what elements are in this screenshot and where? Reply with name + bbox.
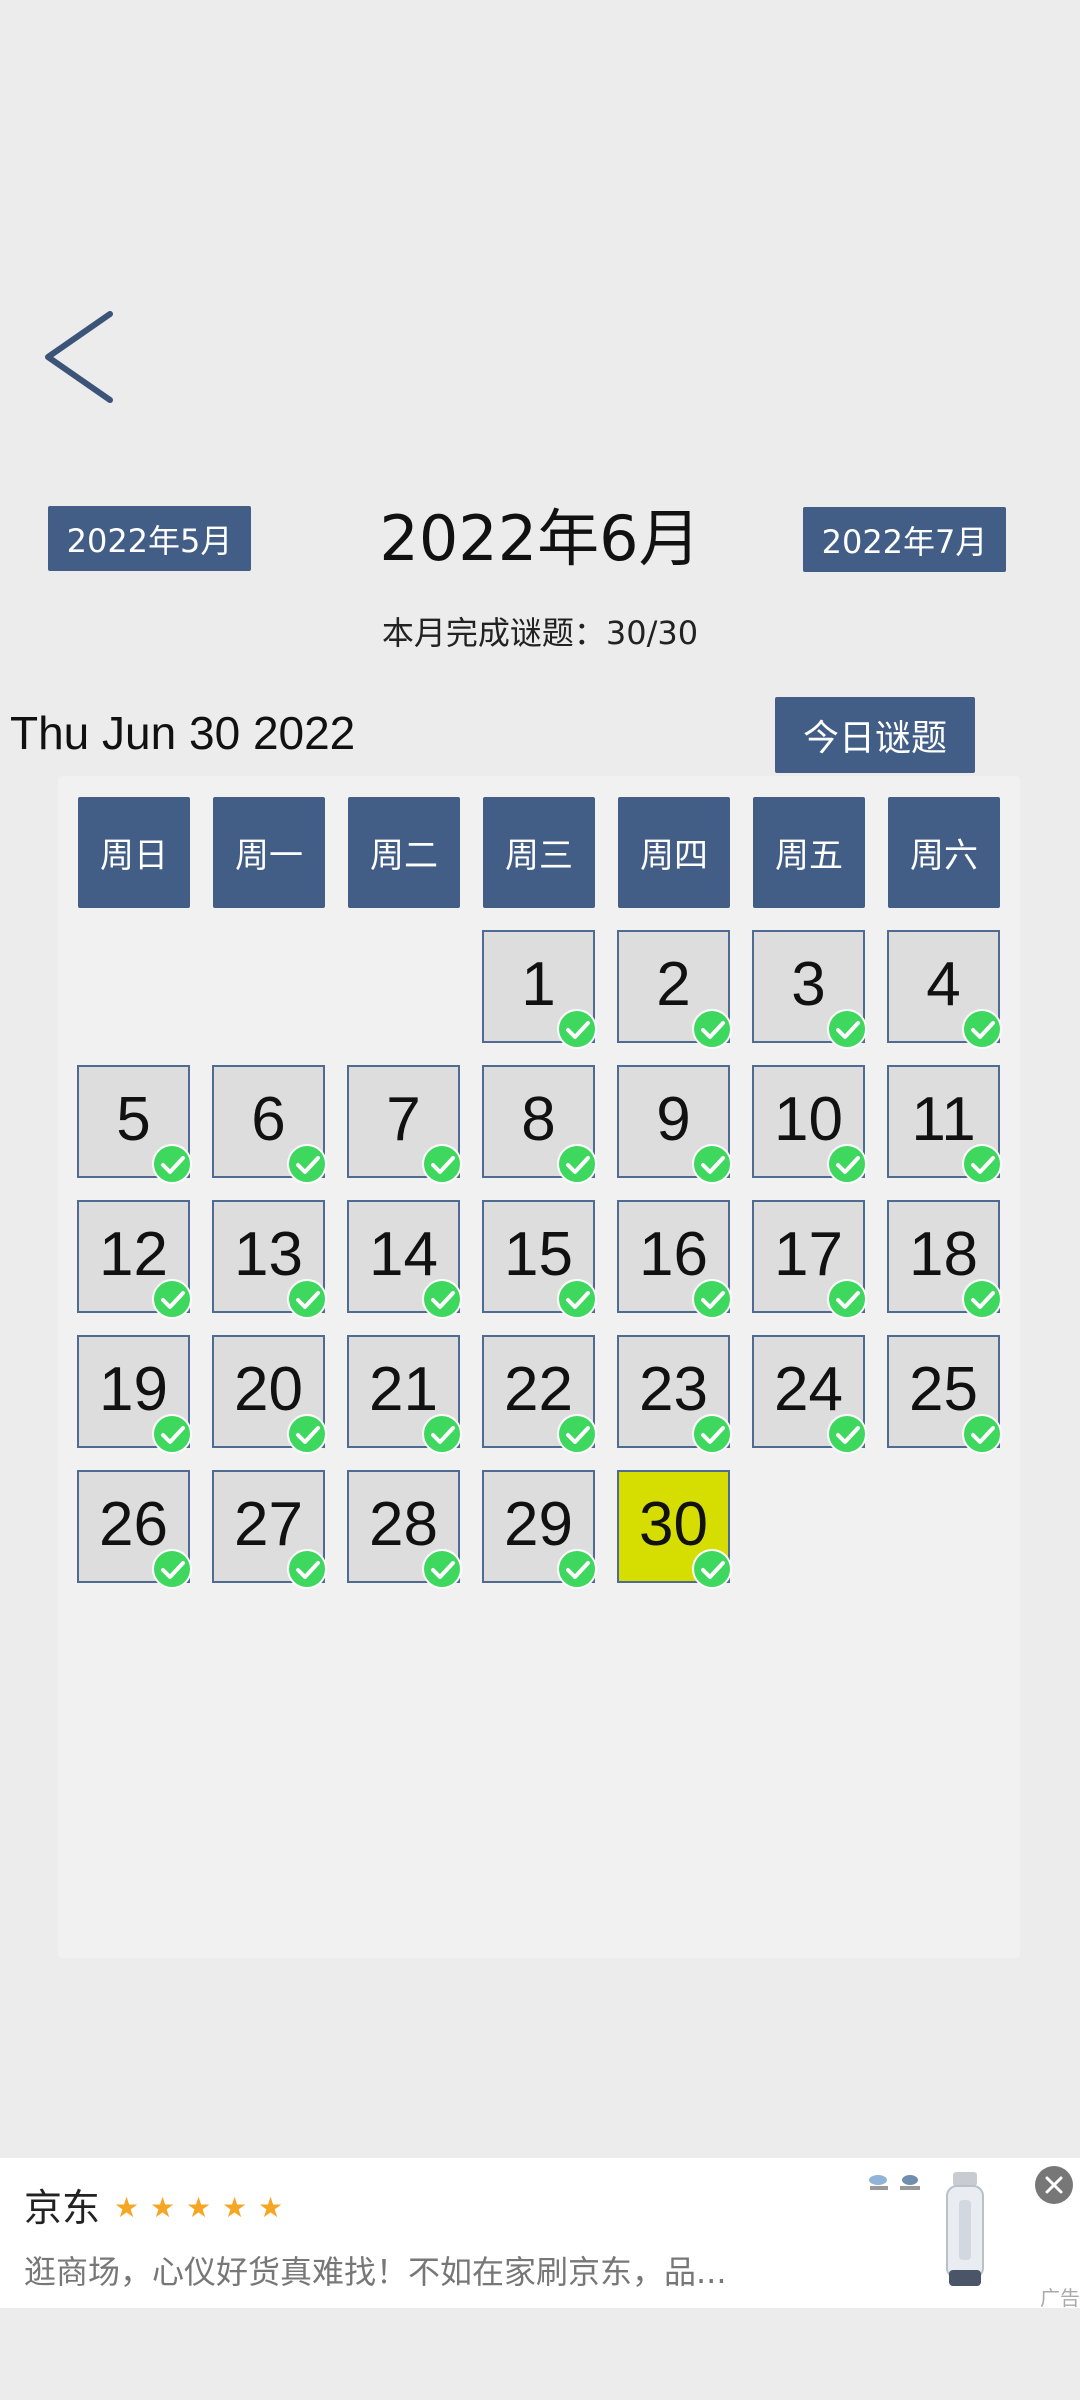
calendar-day[interactable]: 8 [482, 1065, 597, 1184]
weekday-header: 周三 [483, 797, 595, 908]
ad-text: 逛商场，心仪好货真难找！不如在家刷京东，品... [24, 2253, 727, 2291]
check-circle-icon [152, 1414, 192, 1454]
calendar-day[interactable]: 13 [212, 1200, 327, 1319]
check-circle-icon [962, 1279, 1002, 1319]
calendar-day[interactable]: 27 [212, 1470, 327, 1589]
calendar-day[interactable]: 20 [212, 1335, 327, 1454]
bottle-product-icon [935, 2170, 995, 2292]
check-circle-icon [962, 1009, 1002, 1049]
calendar-grid: 周日 周一 周二 周三 周四 周五 周六 1 2 3 4 5 6 7 8 9 10 11 12 13 14 15 16 17 1… [58, 776, 1020, 1958]
ad-rating: ★ ★ ★ ★ ★ [114, 2186, 286, 2230]
calendar-day[interactable]: 11 [887, 1065, 1002, 1184]
weekday-header: 周五 [753, 797, 865, 908]
calendar-day[interactable]: 29 [482, 1470, 597, 1589]
ad-label: 广告 [1040, 2286, 1080, 2310]
check-circle-icon [422, 1549, 462, 1589]
check-circle-icon [557, 1549, 597, 1589]
check-circle-icon [692, 1549, 732, 1589]
calendar-day[interactable]: 28 [347, 1470, 462, 1589]
check-circle-icon [557, 1144, 597, 1184]
star-icon: ★ [222, 2192, 248, 2223]
close-icon[interactable] [1035, 2166, 1073, 2204]
check-circle-icon [827, 1279, 867, 1319]
check-circle-icon [692, 1144, 732, 1184]
star-icon: ★ [114, 2192, 140, 2223]
calendar-day[interactable]: 24 [752, 1335, 867, 1454]
calendar-day[interactable]: 23 [617, 1335, 732, 1454]
calendar-day[interactable]: 12 [77, 1200, 192, 1319]
calendar-day[interactable]: 14 [347, 1200, 462, 1319]
check-circle-icon [692, 1414, 732, 1454]
calendar-day-today[interactable]: 30 [617, 1470, 732, 1589]
check-circle-icon [422, 1414, 462, 1454]
weekday-header: 周一 [213, 797, 325, 908]
ad-logo-icon [860, 2172, 930, 2196]
ad-brand: 京东 [24, 2186, 101, 2230]
check-circle-icon [152, 1144, 192, 1184]
check-circle-icon [692, 1279, 732, 1319]
check-circle-icon [152, 1549, 192, 1589]
calendar-day[interactable]: 15 [482, 1200, 597, 1319]
weekday-header: 周日 [78, 797, 190, 908]
today-puzzle-button[interactable]: 今日谜题 [775, 697, 975, 773]
ad-banner[interactable]: 京东 ★ ★ ★ ★ ★ 逛商场，心仪好货真难找！不如在家刷京东，品... [0, 2158, 1080, 2308]
prev-month-button[interactable]: 2022年5月 [48, 506, 251, 571]
check-circle-icon [827, 1009, 867, 1049]
star-icon: ★ [186, 2192, 212, 2223]
check-circle-icon [557, 1279, 597, 1319]
check-circle-icon [422, 1279, 462, 1319]
calendar-day[interactable]: 19 [77, 1335, 192, 1454]
calendar-day[interactable]: 7 [347, 1065, 462, 1184]
month-progress-text: 本月完成谜题：30/30 [381, 614, 699, 652]
check-circle-icon [557, 1414, 597, 1454]
calendar-day[interactable]: 6 [212, 1065, 327, 1184]
today-date-label: Thu Jun 30 2022 [10, 707, 356, 759]
back-button[interactable] [30, 300, 130, 415]
calendar-day[interactable]: 10 [752, 1065, 867, 1184]
calendar-day[interactable]: 4 [887, 930, 1002, 1049]
weekday-header: 周四 [618, 797, 730, 908]
check-circle-icon [152, 1279, 192, 1319]
month-title: 2022年6月 [379, 502, 701, 575]
check-circle-icon [557, 1009, 597, 1049]
check-circle-icon [692, 1009, 732, 1049]
calendar-day[interactable]: 25 [887, 1335, 1002, 1454]
calendar-day[interactable]: 1 [482, 930, 597, 1049]
star-icon: ★ [150, 2192, 176, 2223]
chevron-left-icon [45, 311, 113, 403]
weekday-header: 周六 [888, 797, 1000, 908]
check-circle-icon [827, 1144, 867, 1184]
calendar-day[interactable]: 22 [482, 1335, 597, 1454]
calendar-day[interactable]: 9 [617, 1065, 732, 1184]
check-circle-icon [827, 1414, 867, 1454]
check-circle-icon [287, 1549, 327, 1589]
calendar-day[interactable]: 26 [77, 1470, 192, 1589]
check-circle-icon [287, 1414, 327, 1454]
next-month-button[interactable]: 2022年7月 [803, 507, 1006, 572]
calendar-day[interactable]: 16 [617, 1200, 732, 1319]
calendar-day[interactable]: 2 [617, 930, 732, 1049]
weekday-header: 周二 [348, 797, 460, 908]
check-circle-icon [422, 1144, 462, 1184]
check-circle-icon [287, 1279, 327, 1319]
calendar-day[interactable]: 21 [347, 1335, 462, 1454]
calendar-day[interactable]: 5 [77, 1065, 192, 1184]
calendar-day[interactable]: 18 [887, 1200, 1002, 1319]
calendar-day[interactable]: 17 [752, 1200, 867, 1319]
star-icon: ★ [258, 2192, 284, 2223]
calendar-day[interactable]: 3 [752, 930, 867, 1049]
check-circle-icon [962, 1414, 1002, 1454]
check-circle-icon [287, 1144, 327, 1184]
check-circle-icon [962, 1144, 1002, 1184]
